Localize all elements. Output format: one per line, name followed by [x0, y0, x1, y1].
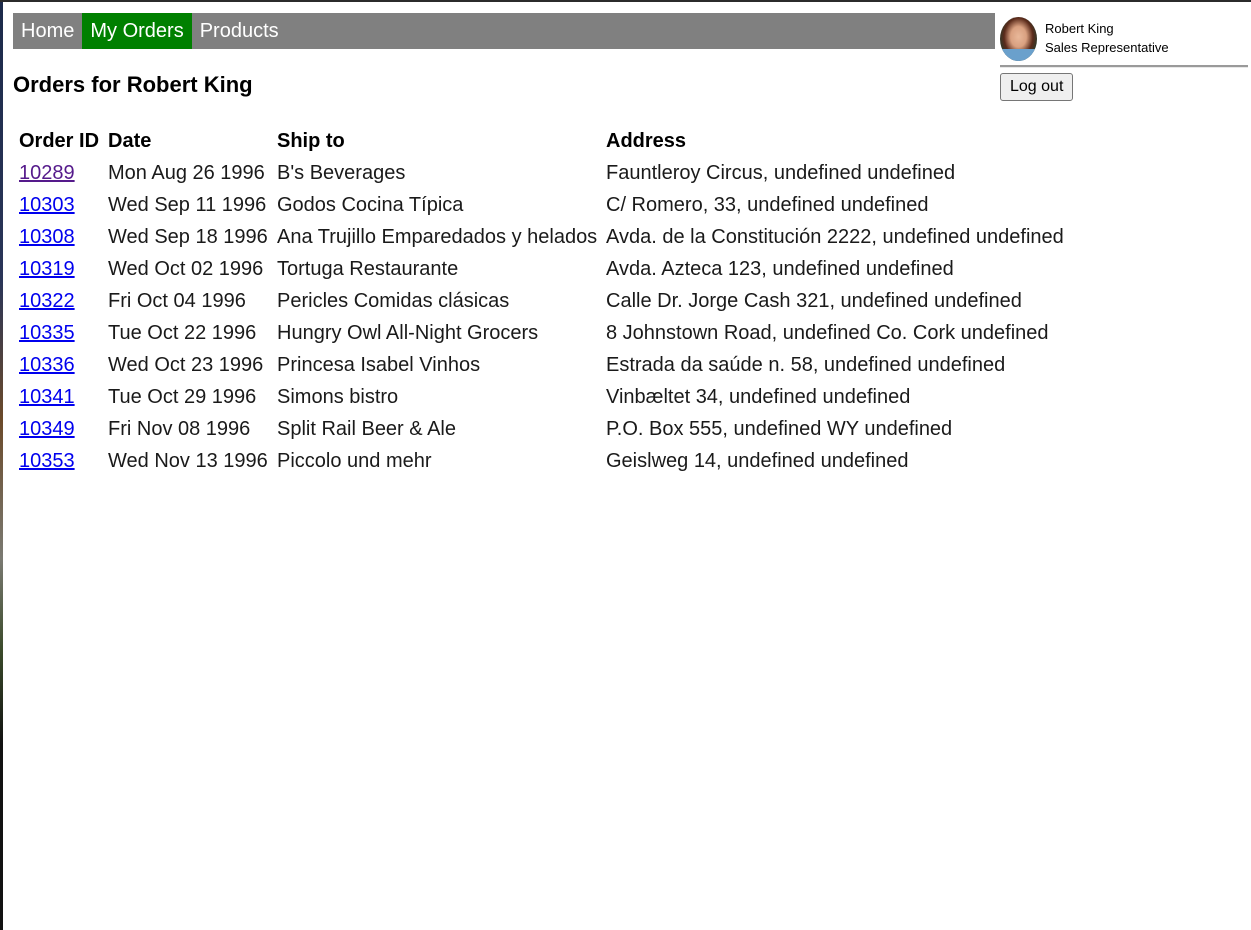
order-date-cell: Tue Oct 22 1996	[108, 321, 257, 344]
order-id-link[interactable]: 10341	[19, 386, 75, 408]
ship-to-cell: Simons bistro	[277, 385, 399, 408]
order-date-cell: Wed Sep 18 1996	[108, 225, 268, 248]
table-row: 10341 Tue Oct 29 1996 Simons bistro Vinbælt…	[18, 382, 1065, 412]
order-id-link[interactable]: 10349	[19, 418, 75, 440]
table-row: 10353 Wed Nov 13 1996 Piccolo und mehr Geis…	[18, 446, 1065, 476]
table-row: 10336 Wed Oct 23 1996 Princesa Isabel Vinh…	[18, 350, 1065, 380]
table-row: 10322 Fri Oct 04 1996 Pericles Comidas clá…	[18, 286, 1065, 316]
order-id-cell: 10341	[18, 382, 105, 412]
table-row: 10303 Wed Sep 11 1996 Godos Cocina Típica C…	[18, 190, 1065, 220]
avatar-shirt	[1000, 49, 1037, 61]
nav-home[interactable]: Home	[13, 13, 82, 49]
nav-products[interactable]: Products	[192, 13, 287, 49]
order-id-cell: 10289	[18, 158, 105, 188]
ship-to-cell: Tortuga Restaurante	[277, 257, 459, 280]
order-id-cell: 10319	[18, 254, 105, 284]
ship-address-cell: Fauntleroy Circus, undefined undefined	[606, 161, 956, 184]
user-role: Sales Representative	[1045, 40, 1169, 55]
table-row: 10289 Mon Aug 26 1996 B's Beverages Fauntle…	[18, 158, 1065, 188]
order-date-cell: Tue Oct 29 1996	[108, 385, 257, 408]
orders-table-body: 10289 Mon Aug 26 1996 B's Beverages Fauntle…	[18, 158, 1065, 476]
ship-address-cell: Geislweg 14, undefined undefined	[606, 449, 909, 472]
nav-my-orders[interactable]: My Orders	[82, 13, 192, 49]
ship-address-cell: P.O. Box 555, undefined WY undefined	[606, 417, 953, 440]
orders-table: Order ID Date Ship to Address 10289 Mon A…	[16, 124, 1067, 478]
desktop-background-edge	[0, 2, 3, 930]
ship-address-cell: Calle Dr. Jorge Cash 321, undefined unde…	[606, 289, 1022, 312]
order-date-cell: Wed Oct 02 1996	[108, 257, 264, 280]
column-header-date: Date	[108, 129, 152, 152]
ship-to-cell: Piccolo und mehr	[277, 449, 432, 472]
order-id-link[interactable]: 10319	[19, 258, 75, 280]
ship-to-cell: Hungry Owl All-Night Grocers	[277, 321, 539, 344]
order-id-link[interactable]: 10289	[19, 162, 75, 184]
order-date-cell: Wed Oct 23 1996	[108, 353, 264, 376]
ship-address-cell: Estrada da saúde n. 58, undefined undefi…	[606, 353, 1006, 376]
ship-to-cell: Godos Cocina Típica	[277, 193, 464, 216]
page-title: Orders for Robert King	[13, 72, 253, 97]
user-name: Robert King	[1045, 21, 1114, 36]
order-id-cell: 10308	[18, 222, 105, 252]
order-id-cell: 10335	[18, 318, 105, 348]
ship-to-cell: B's Beverages	[277, 161, 406, 184]
order-date-cell: Wed Sep 11 1996	[108, 193, 267, 216]
top-nav-bar: Home My Orders Products	[13, 13, 995, 49]
ship-to-cell: Pericles Comidas clásicas	[277, 289, 510, 312]
table-row: 10335 Tue Oct 22 1996 Hungry Owl All-Night…	[18, 318, 1065, 348]
order-date-cell: Wed Nov 13 1996	[108, 449, 268, 472]
order-id-cell: 10336	[18, 350, 105, 380]
ship-address-cell: Avda. de la Constitución 2222, undefined…	[606, 225, 1064, 248]
user-avatar-icon	[1000, 17, 1037, 61]
order-id-cell: 10349	[18, 414, 105, 444]
ship-address-cell: 8 Johnstown Road, undefined Co. Cork und…	[606, 321, 1049, 344]
order-date-cell: Fri Nov 08 1996	[108, 417, 251, 440]
user-panel-divider	[1000, 65, 1248, 68]
column-header-ship-to: Ship to	[277, 129, 345, 152]
column-header-address: Address	[606, 129, 687, 152]
order-id-cell: 10303	[18, 190, 105, 220]
browser-viewport: Home My Orders Products Robert King Sale…	[0, 0, 1251, 930]
ship-to-cell: Split Rail Beer & Ale	[277, 417, 456, 440]
table-row: 10349 Fri Nov 08 1996 Split Rail Beer & Al…	[18, 414, 1065, 444]
table-header-row: Order ID Date Ship to Address	[18, 126, 1065, 156]
order-id-link[interactable]: 10303	[19, 194, 75, 216]
order-id-link[interactable]: 10322	[19, 290, 75, 312]
order-id-link[interactable]: 10308	[19, 226, 75, 248]
logout-button[interactable]: Log out	[1000, 73, 1074, 101]
order-date-cell: Fri Oct 04 1996	[108, 289, 246, 312]
ship-address-cell: C/ Romero, 33, undefined undefined	[606, 193, 929, 216]
order-id-link[interactable]: 10353	[19, 450, 75, 472]
ship-address-cell: Avda. Azteca 123, undefined undefined	[606, 257, 954, 280]
ship-address-cell: Vinbæltet 34, undefined undefined	[606, 385, 911, 408]
order-id-cell: 10353	[18, 446, 105, 476]
order-date-cell: Mon Aug 26 1996	[108, 161, 265, 184]
ship-to-cell: Ana Trujillo Emparedados y helados	[277, 225, 598, 248]
order-id-cell: 10322	[18, 286, 105, 316]
table-row: 10308 Wed Sep 18 1996 Ana Trujillo Empared…	[18, 222, 1065, 252]
order-id-link[interactable]: 10335	[19, 322, 75, 344]
column-header-order-id: Order ID	[19, 129, 100, 152]
order-id-link[interactable]: 10336	[19, 354, 75, 376]
table-row: 10319 Wed Oct 02 1996 Tortuga Restaurante A…	[18, 254, 1065, 284]
ship-to-cell: Princesa Isabel Vinhos	[277, 353, 481, 376]
